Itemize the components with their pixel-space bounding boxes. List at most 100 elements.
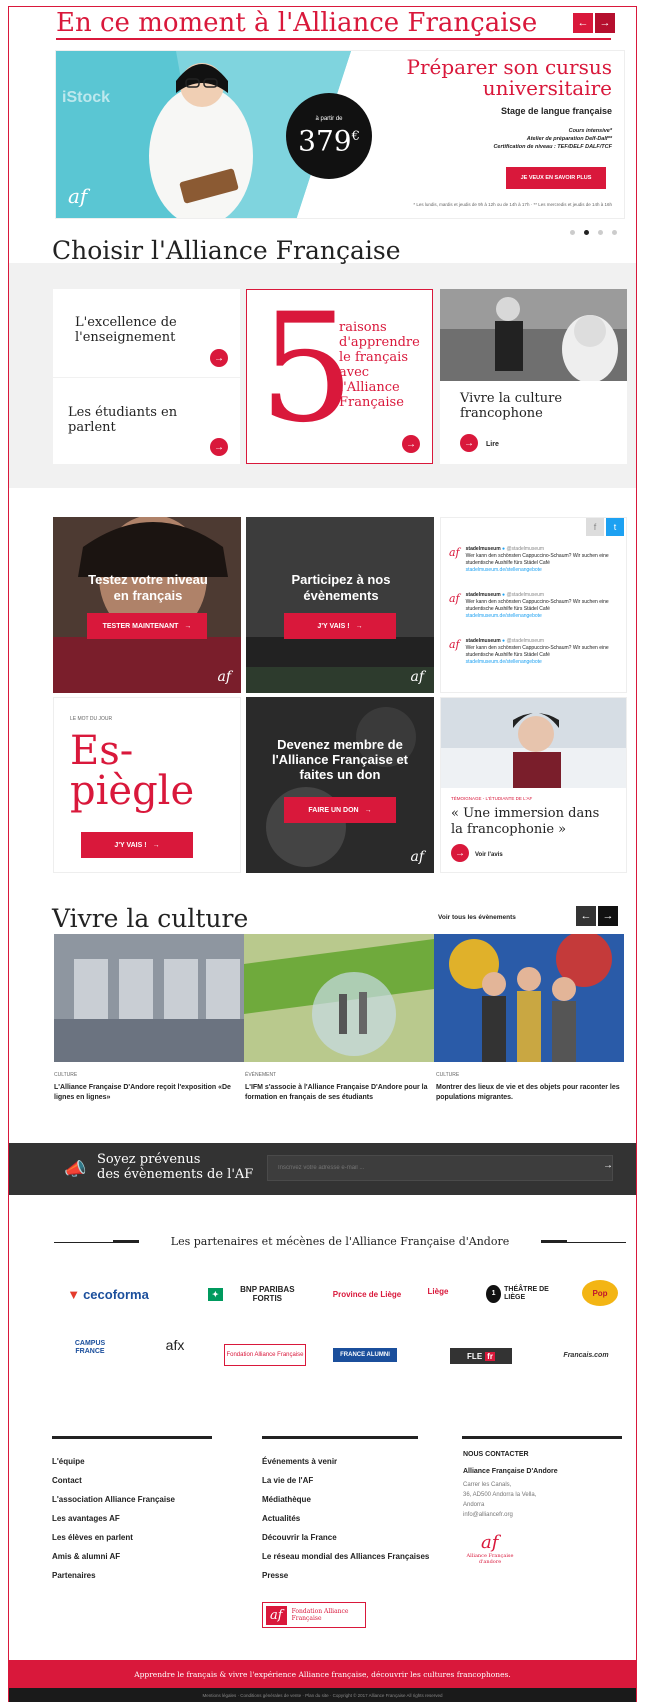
footer-link[interactable]: L'équipe <box>52 1452 252 1471</box>
arrow-icon[interactable]: → <box>210 349 228 367</box>
footer-link[interactable]: La vie de l'AF <box>262 1471 462 1490</box>
footer-link[interactable]: Contact <box>52 1471 252 1490</box>
culture-photo-fashion[interactable] <box>244 934 434 1062</box>
verified-icon: ● <box>502 546 506 552</box>
tile-events-button[interactable]: J'Y VAIS ! → <box>284 613 396 639</box>
culture-next-button[interactable]: → <box>598 906 618 926</box>
tile-member-title: Devenez membre de l'Alliance Française e… <box>271 737 409 782</box>
newsletter-submit-button[interactable]: → <box>603 1160 613 1171</box>
af-logo-icon: af <box>410 669 424 685</box>
footer-link[interactable]: Actualités <box>262 1509 462 1528</box>
card-etudiants[interactable]: Les étudiants en parlent → <box>53 378 240 464</box>
partner-logo-afx[interactable]: afx <box>150 1324 200 1366</box>
card-5-raisons[interactable]: 5 raisons d'apprendre le français avec l… <box>246 284 433 464</box>
culture-photo-graffiti[interactable] <box>434 934 624 1062</box>
tile-member[interactable]: Devenez membre de l'Alliance Française e… <box>246 697 434 873</box>
partner-logo-campus-france[interactable]: CAMPUS FRANCE <box>64 1328 116 1368</box>
culture-photo-metro[interactable] <box>54 934 244 1062</box>
partner-logo-province-liege[interactable]: Province de Liège <box>332 1282 402 1306</box>
tweet-link[interactable]: stadelmuseum.de/stellenangebote <box>466 659 621 666</box>
carousel-next-button[interactable]: → <box>595 13 615 33</box>
partner-logo-pop[interactable]: Pop <box>582 1280 618 1306</box>
partner-logo-theatre-liege[interactable]: 1 THÉÂTRE DE LIÈGE <box>486 1282 561 1306</box>
carousel-prev-button[interactable]: ← <box>573 13 593 33</box>
partner-name: cecoforma <box>83 1286 149 1302</box>
card-culture-link[interactable]: Lire <box>486 441 499 448</box>
culture-item-3[interactable]: CULTURE Montrer des lieux de vie et des … <box>436 1072 621 1103</box>
card-excellence-label: L'excellence de l'enseignement <box>75 315 177 345</box>
tile-testimony[interactable]: TÉMOIGNAGE - L'ÉTUDIANTE DE L'AF « Une i… <box>440 697 627 873</box>
footer-link[interactable]: Presse <box>262 1566 462 1585</box>
hero-banner: af iStock à partir de 379€ Préparer son … <box>55 50 625 219</box>
tweet-item[interactable]: af stadelmuseum ● @stadelmuseum Wer kann d… <box>449 638 621 666</box>
tile-word[interactable]: LE MOT DU JOUR Es- piègle J'Y VAIS ! → <box>53 697 241 873</box>
arrow-icon[interactable]: → <box>460 434 478 452</box>
footer-link[interactable]: Les avantages AF <box>52 1509 252 1528</box>
partner-name: THÉÂTRE DE LIÈGE <box>504 1286 549 1301</box>
contact-email[interactable]: info@alliancefr.org <box>463 1510 623 1520</box>
facebook-icon[interactable]: f <box>586 518 604 536</box>
footer-link[interactable]: Le réseau mondial des Alliances Français… <box>262 1547 462 1566</box>
tweet-item[interactable]: af stadelmuseum ● @stadelmuseum Wer kann d… <box>449 546 621 574</box>
partner-logo-bnp[interactable]: ✦ BNP PARIBAS FORTIS <box>208 1282 308 1306</box>
footer-link[interactable]: Médiathèque <box>262 1490 462 1509</box>
footer-link[interactable]: Découvrir la France <box>262 1528 462 1547</box>
partner-logo-france-alumni[interactable]: FRANCE ALUMNI <box>333 1348 397 1362</box>
carousel-dot[interactable] <box>598 230 603 235</box>
tweet-text: Wer kann den schönsten Cappuccino-Schaum… <box>465 553 609 566</box>
footer-link[interactable]: Partenaires <box>52 1566 252 1585</box>
footer-link[interactable]: Les élèves en parlent <box>52 1528 252 1547</box>
contact-name: Alliance Française D'Andore <box>463 1468 558 1475</box>
tweet-handle: @stadelmuseum <box>506 592 545 598</box>
test-photo <box>53 517 241 693</box>
testimony-link[interactable]: Voir l'avis <box>475 852 503 858</box>
af-small-logo-icon: af <box>481 1532 499 1553</box>
carousel-dot[interactable] <box>612 230 617 235</box>
arrow-icon[interactable]: → <box>451 844 469 862</box>
partner-logo-francais-com[interactable]: Francais.com <box>556 1346 616 1364</box>
partner-name: Province de Liège <box>332 1289 402 1299</box>
arrow-icon[interactable]: → <box>210 438 228 456</box>
culture-item-2[interactable]: ÉVÉNEMENT L'IFM s'associe à l'Alliance F… <box>245 1072 430 1103</box>
hero-cta-button[interactable]: JE VEUX EN SAVOIR PLUS <box>506 167 606 189</box>
footer-fondation-logo[interactable]: af Fondation Alliance Française <box>262 1602 366 1628</box>
tweet-item[interactable]: af stadelmuseum ● @stadelmuseum Wer kann d… <box>449 592 621 620</box>
price-value: 379 <box>298 124 352 158</box>
culture-item-tag: CULTURE <box>436 1072 460 1078</box>
newsletter-email-input[interactable] <box>267 1155 613 1181</box>
footer-tagline-bar: Apprendre le français & vivre l'expérien… <box>9 1660 636 1688</box>
hero-title: Préparer son cursus universitaire <box>407 57 613 99</box>
partner-logo-liege[interactable]: Liège <box>418 1276 458 1306</box>
tile-events[interactable]: Participez à nos évènements J'Y VAIS ! → … <box>246 517 434 693</box>
tweet-user: stadelmuseum <box>465 546 501 552</box>
twitter-icon[interactable]: t <box>606 518 624 536</box>
culture-item-text: L'Alliance Française D'Andore reçoit l'e… <box>54 1084 231 1101</box>
partner-name: Fondation Alliance Française <box>226 1352 304 1358</box>
tile-test-button[interactable]: TESTER MAINTENANT → <box>87 613 207 639</box>
carousel-dot[interactable] <box>570 230 575 235</box>
arrow-icon[interactable]: → <box>402 435 420 453</box>
af-small-logo-text: Alliance Française d'andore <box>466 1553 514 1565</box>
tweet-link[interactable]: stadelmuseum.de/stellenangebote <box>466 567 621 574</box>
partner-logo-cecoforma[interactable]: ▼ cecoforma <box>58 1282 158 1306</box>
tweet-link[interactable]: stadelmuseum.de/stellenangebote <box>466 613 621 620</box>
footer-link[interactable]: Événements à venir <box>262 1452 462 1471</box>
tile-member-button[interactable]: FAIRE UN DON → <box>284 797 396 823</box>
carousel-dot-active[interactable] <box>584 230 589 235</box>
footer-legal-bar: Mentions légales · Conditions générales … <box>9 1688 636 1702</box>
tile-events-title: Participez à nos évènements <box>291 572 391 603</box>
culture-item-1[interactable]: CULTURE L'Alliance Française D'Andore re… <box>54 1072 239 1103</box>
culture-prev-button[interactable]: ← <box>576 906 596 926</box>
tweet-user: stadelmuseum <box>465 638 501 644</box>
footer-link[interactable]: L'association Alliance Française <box>52 1490 252 1509</box>
partner-logo-fle[interactable]: FLE fr <box>450 1348 512 1364</box>
footer-link[interactable]: Amis & alumni AF <box>52 1547 252 1566</box>
partner-logo-fondation-af[interactable]: Fondation Alliance Française <box>224 1344 306 1366</box>
events-photo <box>246 517 434 693</box>
tile-test[interactable]: Testez votre niveau en français TESTER M… <box>53 517 241 693</box>
tile-word-button[interactable]: J'Y VAIS ! → <box>81 832 193 858</box>
tweet-handle: @stadelmuseum <box>506 638 545 644</box>
card-excellence[interactable]: L'excellence de l'enseignement → <box>53 289 240 377</box>
card-culture[interactable]: Vivre la culture francophone → Lire <box>440 289 627 464</box>
culture-see-all[interactable]: Voir tous les évènements <box>438 914 516 921</box>
